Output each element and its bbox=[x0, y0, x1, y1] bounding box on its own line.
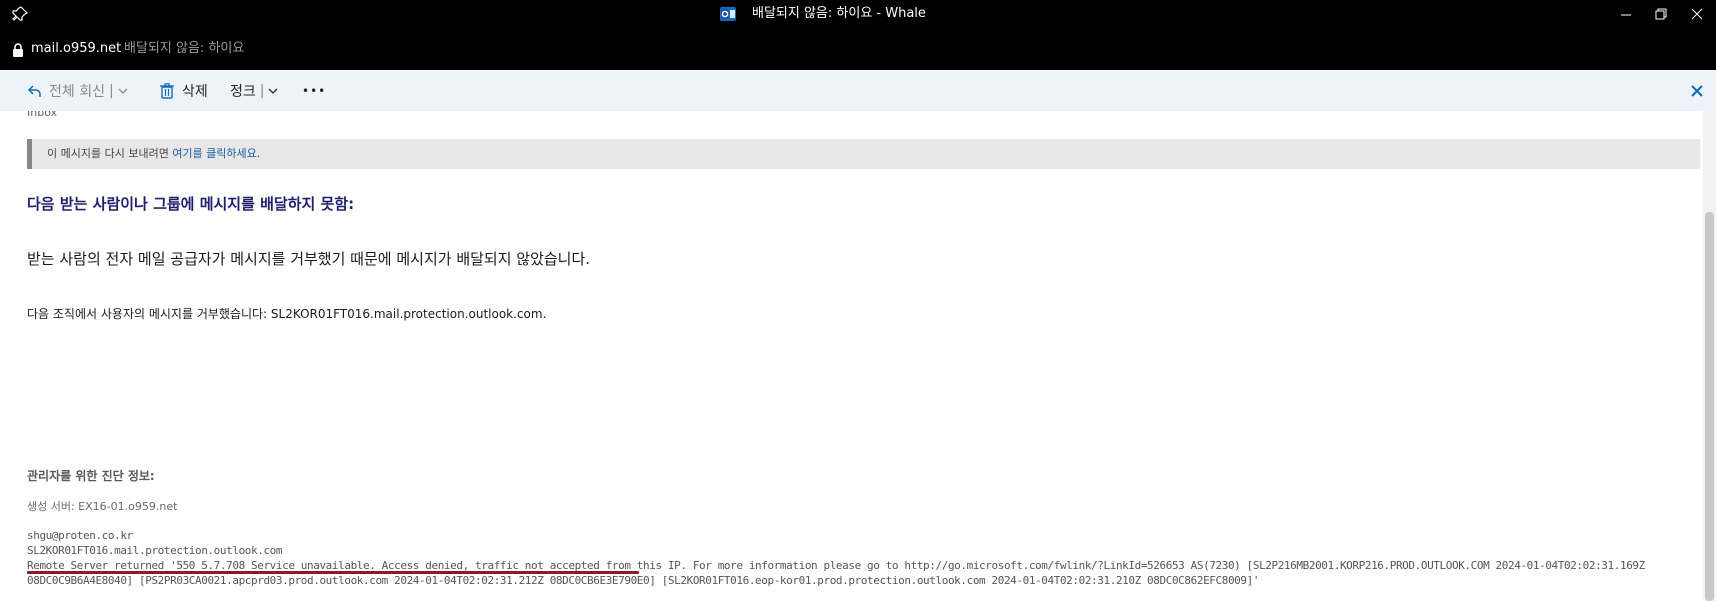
close-icon bbox=[1690, 84, 1704, 98]
window-title: 배달되지 않음: 하이요 - Whale bbox=[752, 6, 926, 21]
generating-server: 생성 서버: EX16-01.o959.net bbox=[27, 500, 178, 513]
more-options-button[interactable]: ••• bbox=[302, 70, 326, 111]
reply-all-icon bbox=[27, 83, 43, 99]
outlook-app-icon bbox=[720, 6, 736, 22]
junk-label: 정크 bbox=[230, 83, 256, 100]
close-reading-pane-button[interactable] bbox=[1690, 70, 1704, 111]
pin-icon[interactable] bbox=[12, 6, 29, 22]
message-body: Inbox 이 메시지를 다시 보내려면 여기를 클릭하세요. 다음 받는 사람… bbox=[0, 111, 1700, 601]
folder-label: Inbox bbox=[27, 111, 58, 119]
message-toolbar: 전체 회신 | 삭제 정크 | ••• bbox=[0, 70, 1716, 111]
diagnostics-recipient: shgu@proten.co.kr bbox=[27, 529, 133, 542]
trash-icon bbox=[160, 82, 174, 99]
close-icon[interactable] bbox=[1690, 6, 1704, 20]
minimize-icon[interactable] bbox=[1619, 6, 1633, 20]
toolbar-divider: | bbox=[108, 82, 114, 99]
chevron-down-icon[interactable] bbox=[268, 86, 278, 96]
delete-label: 삭제 bbox=[182, 83, 208, 100]
diagnostics-remote-host: SL2KOR01FT016.mail.protection.outlook.co… bbox=[27, 544, 283, 557]
more-icon: ••• bbox=[302, 83, 327, 98]
title-bar: 배달되지 않음: 하이요 - Whale bbox=[0, 0, 1716, 28]
restore-icon[interactable] bbox=[1654, 6, 1668, 20]
ndr-reason: 받는 사람의 전자 메일 공급자가 메시지를 거부했기 때문에 메시지가 배달되… bbox=[27, 250, 591, 268]
url-page-title: 배달되지 않음: 하이요 bbox=[124, 41, 245, 56]
diagnostics-title: 관리자를 위한 진단 정보: bbox=[27, 469, 155, 483]
resend-suffix: . bbox=[256, 147, 261, 160]
junk-button[interactable]: 정크 | bbox=[230, 70, 278, 111]
reply-all-button[interactable]: 전체 회신 | bbox=[27, 70, 128, 111]
reply-all-label: 전체 회신 bbox=[49, 83, 105, 100]
address-bar[interactable]: mail.o959.net 배달되지 않음: 하이요 bbox=[0, 28, 1716, 70]
chevron-down-icon[interactable] bbox=[118, 86, 128, 96]
resend-banner: 이 메시지를 다시 보내려면 여기를 클릭하세요. bbox=[27, 139, 1700, 169]
ndr-heading: 다음 받는 사람이나 그룹에 메시지를 배달하지 못함: bbox=[27, 195, 355, 213]
diagnostics-error-line-2: 08DC0C9B6A4E8040] [PS2PR03CA0021.apcprd0… bbox=[27, 574, 1260, 587]
toolbar-divider: | bbox=[259, 82, 265, 99]
lock-icon bbox=[12, 42, 24, 57]
resend-link[interactable]: 여기를 클릭하세요 bbox=[172, 147, 256, 160]
delete-button[interactable]: 삭제 bbox=[160, 70, 208, 111]
scrollbar-thumb[interactable] bbox=[1705, 212, 1714, 601]
url-domain[interactable]: mail.o959.net bbox=[31, 40, 121, 58]
resend-prefix: 이 메시지를 다시 보내려면 bbox=[47, 147, 169, 160]
ndr-org-rejected: 다음 조직에서 사용자의 메시지를 거부했습니다: SL2KOR01FT016.… bbox=[27, 307, 547, 321]
highlight-underline bbox=[27, 571, 639, 574]
